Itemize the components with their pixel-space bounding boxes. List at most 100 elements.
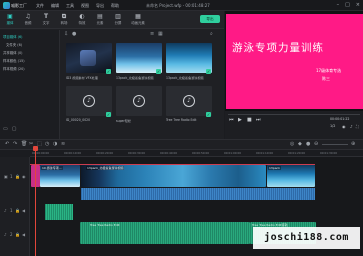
- ruler-tick: 00:00:20:00: [96, 151, 114, 155]
- tab-splitscreen[interactable]: ▥ 分屏: [109, 13, 127, 25]
- tab-audio[interactable]: ♫ 音频: [19, 13, 37, 25]
- track-headers: [0, 157, 30, 256]
- color-icon[interactable]: ◑: [53, 141, 57, 147]
- music-icon: ♫: [25, 13, 31, 20]
- preview-progress-bar[interactable]: [228, 114, 360, 115]
- video-track-icon: ▣: [4, 174, 8, 179]
- stop-icon[interactable]: ■: [247, 117, 252, 123]
- audio-track-icon: ♪: [4, 208, 7, 213]
- speed-icon[interactable]: ◷: [45, 141, 49, 147]
- tab-text[interactable]: T 文字: [37, 13, 55, 25]
- eye-icon[interactable]: ◉: [22, 174, 26, 179]
- playhead-handle[interactable]: [33, 146, 38, 151]
- new-folder-icon[interactable]: ▭: [3, 126, 8, 132]
- render-icon[interactable]: ◎: [290, 141, 294, 147]
- zoom-out-icon[interactable]: ⊖: [314, 141, 318, 147]
- clip-label: 13pack: [268, 166, 281, 170]
- sidebar-item-folder[interactable]: 文件夹 (6): [6, 42, 22, 47]
- lock-icon[interactable]: 🔒: [15, 208, 20, 213]
- tab-effects[interactable]: ◐ 特效: [73, 13, 91, 25]
- close-icon[interactable]: ×: [356, 2, 360, 8]
- export-button[interactable]: 导出: [200, 15, 220, 23]
- preview-subtitle-1: 17级体育专选: [316, 68, 342, 73]
- tab-transition[interactable]: ⧉ 转场: [55, 13, 73, 25]
- menu-help[interactable]: 帮助: [111, 3, 119, 9]
- app-name: 喵影工厂: [11, 3, 27, 8]
- elements-icon: ▤: [97, 13, 103, 20]
- ruler-tick: 00:00:10:00: [64, 151, 82, 155]
- clip-label: 10.游泳专项...: [41, 166, 63, 170]
- delete-icon[interactable]: 🗑: [21, 141, 27, 147]
- voiceover-icon[interactable]: ●: [306, 141, 310, 147]
- sidebar-item-project-media[interactable]: 项目媒体 (6): [3, 34, 22, 39]
- ruler-tick: 00:01:10:00: [256, 151, 274, 155]
- media-thumb-5[interactable]: ♪: [116, 86, 162, 116]
- zoom-slider[interactable]: [322, 144, 348, 145]
- import-icon[interactable]: ⇩: [64, 31, 68, 37]
- audio-mix-icon[interactable]: ≋: [61, 141, 65, 147]
- media-thumb-1[interactable]: [66, 43, 112, 73]
- sidebar-item-shared[interactable]: 共享媒体 (0): [3, 50, 22, 55]
- search-icon[interactable]: ⌕: [210, 31, 213, 37]
- menu-view[interactable]: 视图: [81, 3, 89, 9]
- grid-view-icon[interactable]: ▦: [158, 31, 163, 37]
- used-check-icon: ✓: [206, 112, 211, 117]
- speaker-icon[interactable]: ◀: [22, 208, 25, 213]
- splitscreen-icon: ▥: [115, 13, 121, 20]
- lock-icon[interactable]: 🔒: [15, 232, 20, 237]
- fullscreen-icon[interactable]: ⛶: [356, 124, 359, 129]
- prev-frame-icon[interactable]: ⏮: [229, 117, 234, 123]
- video-audio-waveform[interactable]: [81, 188, 315, 200]
- preview-subtitle-2: 陈三: [322, 76, 330, 81]
- media-thumb-3[interactable]: [166, 43, 212, 73]
- timecode: 00:00:01:22: [330, 117, 350, 121]
- menu-export[interactable]: 导出: [96, 3, 104, 9]
- maximize-icon[interactable]: □: [345, 2, 350, 8]
- audio-clip-short[interactable]: [45, 204, 73, 220]
- used-check-icon: ✓: [206, 69, 211, 74]
- music-note-icon: ♪: [83, 95, 95, 107]
- minimize-icon[interactable]: –: [337, 2, 340, 8]
- media-label-2: 13pack_北极鲨鱼游泳视频: [116, 76, 154, 80]
- media-thumb-4[interactable]: ♪: [66, 86, 112, 116]
- marker-icon[interactable]: ◆: [298, 141, 302, 147]
- next-frame-icon[interactable]: ⏭: [256, 117, 261, 123]
- media-thumb-2[interactable]: [116, 43, 162, 73]
- zoom-in-icon[interactable]: ⊕: [351, 141, 355, 147]
- speaker-icon[interactable]: ◀: [22, 232, 25, 237]
- animation-icon: ▦: [135, 13, 141, 20]
- folder-icon: ▣: [7, 13, 13, 20]
- tab-animation[interactable]: ▦ 动画元素: [127, 13, 149, 25]
- play-icon[interactable]: ▶: [238, 117, 242, 123]
- media-label-5: super轻松: [116, 119, 131, 123]
- folder-add-icon[interactable]: ▢: [12, 126, 17, 132]
- media-label-4: ID_00020_0020: [66, 118, 91, 122]
- music-note-icon: ♪: [133, 95, 145, 107]
- filter-icon[interactable]: ≡: [150, 31, 154, 37]
- window-controls: – □ ×: [337, 2, 360, 8]
- watermark: joschi188.com: [253, 227, 360, 249]
- menu-tools[interactable]: 工具: [66, 3, 74, 9]
- preview-ratio[interactable]: 1/2: [330, 124, 335, 128]
- media-label-6: Tree Tree Radio Edit: [166, 118, 197, 122]
- transition-icon: ⧉: [61, 13, 67, 20]
- snapshot-icon[interactable]: ◉: [342, 124, 346, 129]
- app-logo: [3, 2, 10, 9]
- playhead[interactable]: [35, 146, 36, 256]
- volume-icon[interactable]: ♪: [350, 124, 353, 129]
- tab-elements[interactable]: ▤ 元素: [91, 13, 109, 25]
- sidebar-item-sample-colors[interactable]: 样本颜色 (15): [3, 58, 25, 63]
- undo-icon[interactable]: ↶: [5, 141, 9, 147]
- record-icon[interactable]: ●: [72, 31, 76, 37]
- lock-icon[interactable]: 🔒: [15, 174, 20, 179]
- redo-icon[interactable]: ↷: [13, 141, 17, 147]
- menu-file[interactable]: 文件: [36, 3, 44, 9]
- media-label-3: 13pack_北极鲨鱼游泳视频: [166, 76, 204, 80]
- menu-edit[interactable]: 编辑: [51, 3, 59, 9]
- menu-bar: 文件 编辑 工具 视图 导出 帮助: [36, 3, 119, 9]
- media-label-1: ID3 视频素材 VFX处理: [66, 76, 98, 80]
- media-thumb-6[interactable]: ♪: [166, 86, 212, 116]
- ruler-tick: 00:00:50:00: [192, 151, 210, 155]
- tab-media[interactable]: ▣ 媒体: [1, 13, 19, 25]
- sidebar-item-sample-videos[interactable]: 样本视频 (20): [3, 66, 25, 71]
